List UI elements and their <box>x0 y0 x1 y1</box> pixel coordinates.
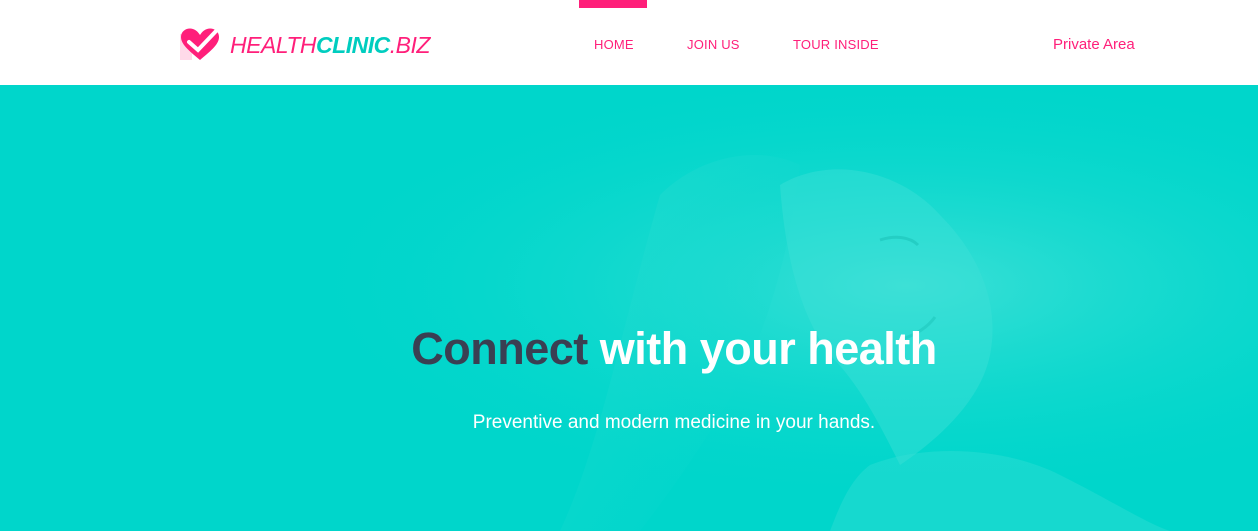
nav-join-us[interactable]: JOIN US <box>687 37 740 52</box>
nav-tour-inside[interactable]: TOUR INSIDE <box>793 37 879 52</box>
private-area-link[interactable]: Private Area <box>1053 36 1135 53</box>
hero-headline: Connect with your health <box>0 323 1258 375</box>
heart-check-icon <box>180 28 220 62</box>
brand-logo[interactable]: HEALTHCLINIC.BIZ <box>180 28 430 62</box>
hero-headline-rest: with your health <box>599 323 938 374</box>
site-header: HEALTHCLINIC.BIZ HOME JOIN US TOUR INSID… <box>0 0 1258 85</box>
nav-active-indicator <box>579 0 647 8</box>
hero-section: Connect with your health Preventive and … <box>0 85 1258 531</box>
brand-name: HEALTHCLINIC.BIZ <box>230 28 430 62</box>
hero-background-photo <box>0 85 1258 531</box>
hero-headline-emphasis: Connect <box>411 323 588 374</box>
nav-home[interactable]: HOME <box>594 37 634 52</box>
hero-subheadline: Preventive and modern medicine in your h… <box>472 412 876 433</box>
brand-name-clinic: CLINIC <box>316 32 390 58</box>
brand-name-health: HEALTH <box>230 32 317 58</box>
brand-name-tld: .BIZ <box>389 32 431 58</box>
